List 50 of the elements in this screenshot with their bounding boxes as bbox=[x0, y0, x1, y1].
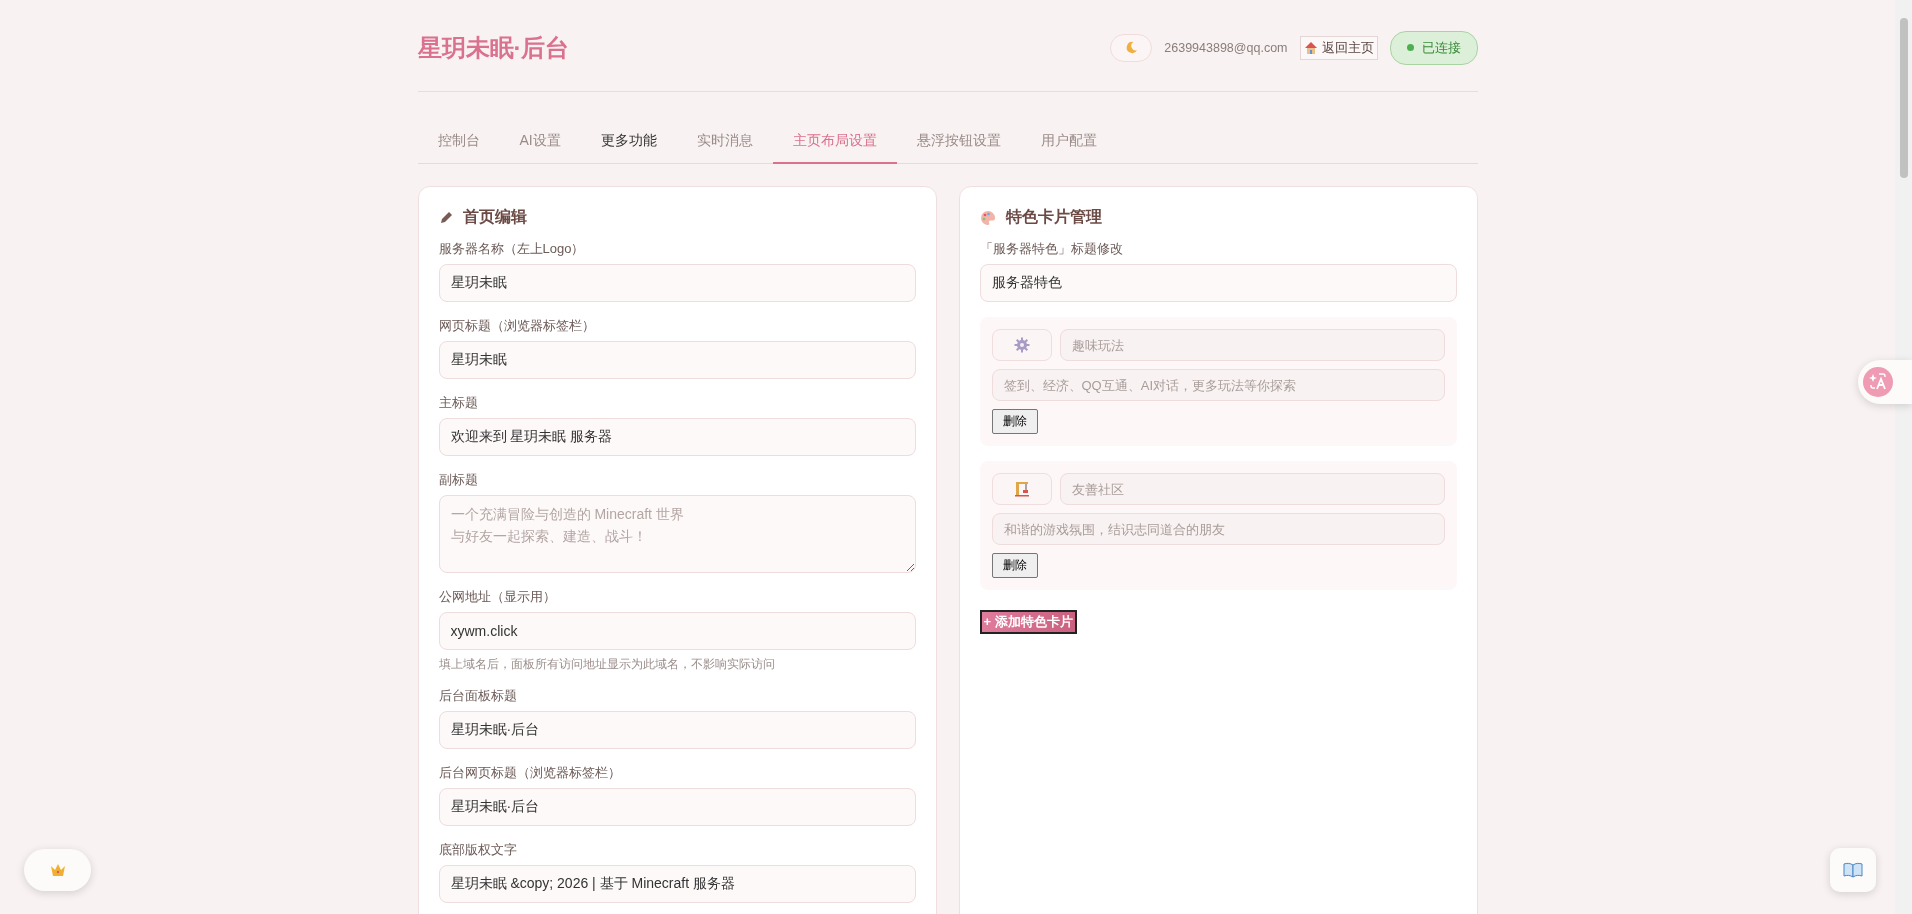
connection-status: 已连接 bbox=[1389, 30, 1478, 65]
field-label: 后台网页标题（浏览器标签栏） bbox=[438, 764, 622, 782]
field-label: 主标题 bbox=[438, 394, 479, 412]
delete-button[interactable]: 删除 bbox=[991, 553, 1038, 578]
input-field[interactable]: 和谐的游戏氛围，结识志同道合的朋友 bbox=[991, 513, 1445, 545]
input-field[interactable]: 星玥未眠 bbox=[438, 264, 916, 302]
translate-button[interactable] bbox=[1858, 360, 1912, 404]
page-title: 星玥未眠·后台 bbox=[417, 32, 570, 63]
input-field[interactable]: 星玥未眠·后台 bbox=[438, 711, 916, 749]
translate-icon bbox=[1863, 367, 1893, 397]
input-field[interactable]: 欢迎来到 星玥未眠 服务器 bbox=[438, 418, 916, 456]
input-field[interactable]: 趣味玩法 bbox=[1059, 329, 1445, 361]
pencil-icon bbox=[438, 210, 453, 225]
field-label: 底部版权文字 bbox=[438, 841, 518, 859]
icon-field[interactable] bbox=[991, 473, 1052, 505]
input-field[interactable]: 星玥未眠·后台 bbox=[438, 788, 916, 826]
book-icon bbox=[1843, 862, 1863, 878]
scrollbar[interactable] bbox=[1895, 0, 1912, 914]
field-label: 副标题 bbox=[438, 471, 479, 489]
gear-icon bbox=[1013, 337, 1030, 353]
placeholder-text: 与好友一起探索、建造、战斗！ bbox=[450, 526, 647, 546]
panel-title: 首页编辑 bbox=[462, 207, 527, 227]
field-hint: 填上域名后，面板所有访问地址显示为此域名，不影响实际访问 bbox=[438, 657, 776, 672]
input-field[interactable]: 星玥未眠 bbox=[438, 341, 916, 379]
house-icon bbox=[1303, 40, 1318, 55]
text-area[interactable] bbox=[438, 495, 916, 573]
crown-button[interactable] bbox=[24, 849, 91, 891]
delete-button[interactable]: 删除 bbox=[991, 409, 1038, 434]
input-field[interactable]: xywm.click bbox=[438, 612, 916, 650]
input-field[interactable]: 签到、经济、QQ互通、AI对话，更多玩法等你探索 bbox=[991, 369, 1445, 401]
input-field[interactable]: 服务器特色 bbox=[979, 264, 1457, 302]
field-label: 服务器名称（左上Logo） bbox=[438, 240, 586, 258]
crown-icon bbox=[49, 863, 66, 877]
moon-icon bbox=[1124, 41, 1138, 54]
user-email: 2639943898@qq.com bbox=[1164, 40, 1288, 55]
field-label: 公网地址（显示用） bbox=[438, 588, 557, 606]
panel-title: 特色卡片管理 bbox=[1005, 207, 1102, 227]
crane-icon bbox=[1013, 481, 1030, 497]
nav-tab[interactable]: 更多功能 bbox=[580, 132, 677, 164]
field-label: 「服务器特色」标题修改 bbox=[979, 240, 1124, 258]
book-button[interactable] bbox=[1830, 848, 1876, 892]
input-field[interactable]: 友善社区 bbox=[1059, 473, 1445, 505]
field-label: 后台面板标题 bbox=[438, 687, 518, 705]
theme-toggle[interactable] bbox=[1110, 33, 1153, 62]
icon-field[interactable] bbox=[991, 329, 1052, 361]
home-link[interactable]: 返回主页 bbox=[1299, 35, 1378, 60]
field-label: 网页标题（浏览器标签栏） bbox=[438, 317, 596, 335]
input-field[interactable]: 星玥未眠 &copy; 2026 | 基于 Minecraft 服务器 bbox=[438, 865, 916, 903]
placeholder-text: 一个充满冒险与创造的 Minecraft 世界 bbox=[450, 505, 684, 524]
palette-icon bbox=[979, 209, 996, 226]
